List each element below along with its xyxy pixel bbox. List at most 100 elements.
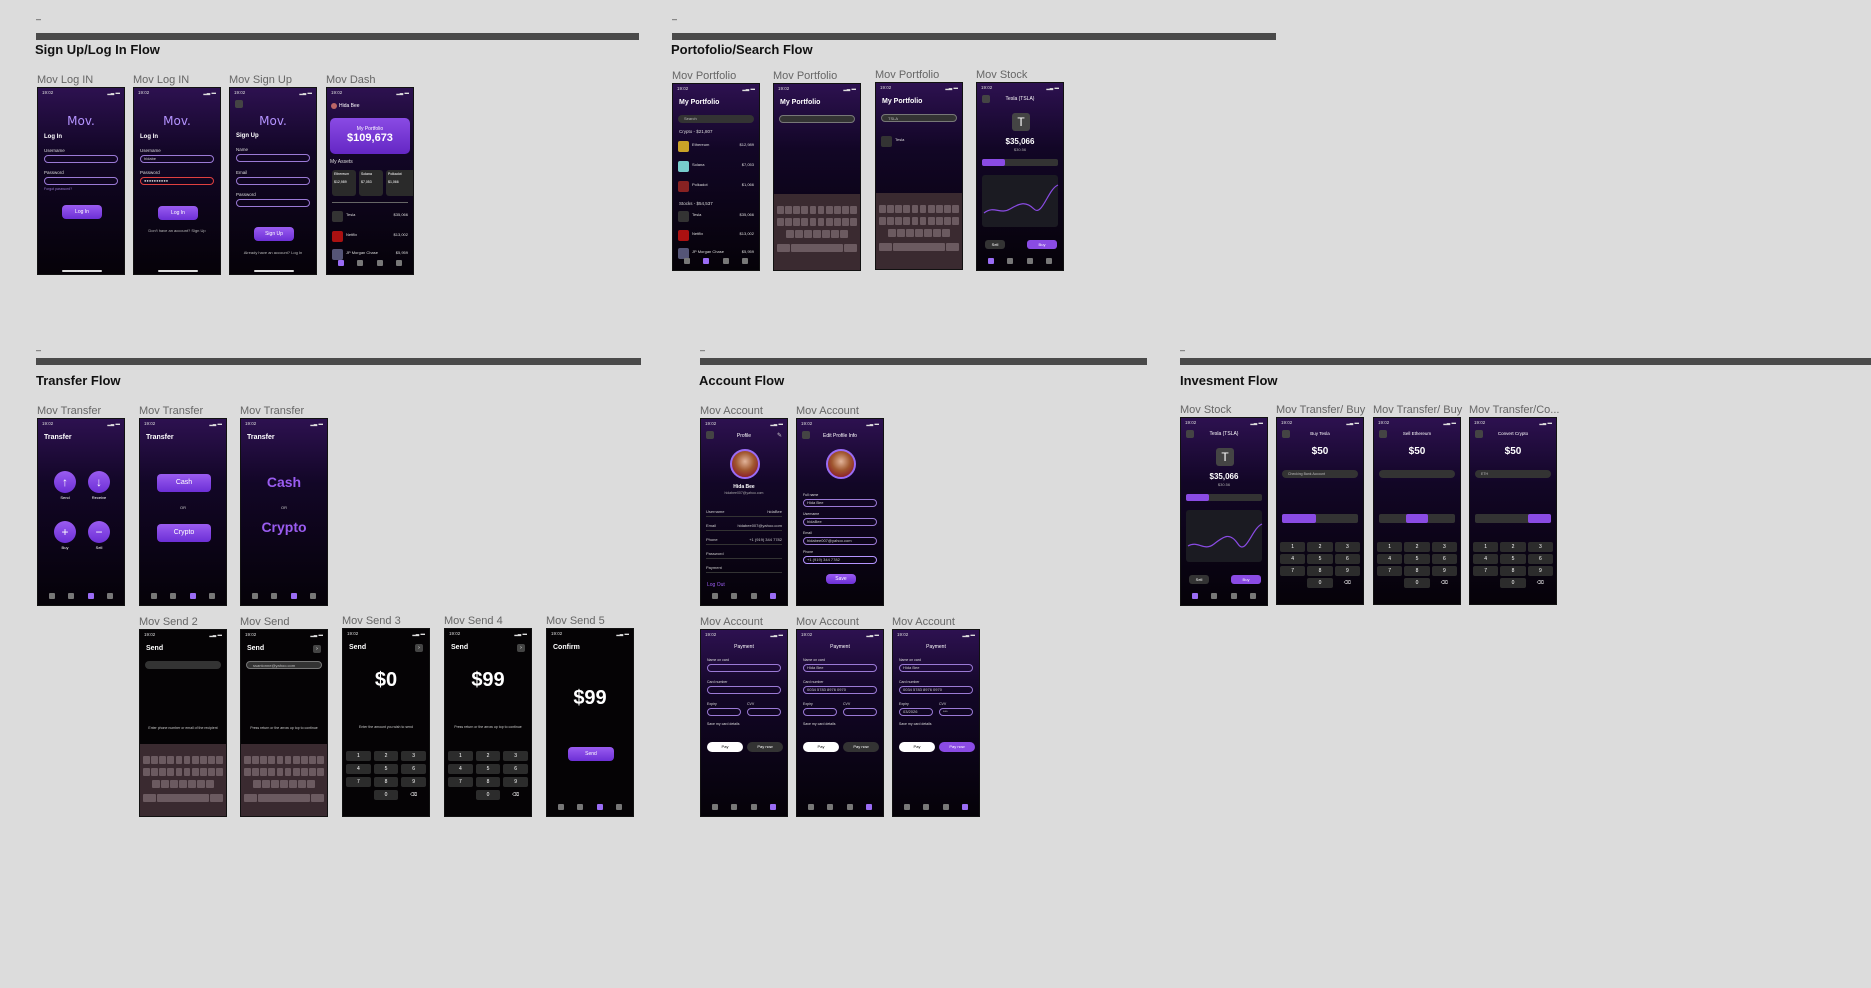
cash-button[interactable]: Cash [157, 474, 211, 492]
frame-label[interactable]: Mov Transfer/Co... [1469, 404, 1559, 416]
frame-label[interactable]: Mov Dash [326, 74, 376, 86]
asset-row[interactable]: Ethereum $12,989 [678, 140, 754, 154]
save-card-checkbox[interactable]: Save my card details [803, 722, 836, 726]
login-button[interactable]: Log In [62, 205, 102, 219]
range-segment[interactable] [1186, 494, 1262, 501]
expiry-field[interactable] [803, 708, 837, 716]
tab-bar[interactable] [801, 800, 879, 814]
asset-card[interactable]: Polkadot $1,066 [386, 170, 413, 196]
phone-account-edit[interactable]: 19:02 ▂▃ ▬ Edit Profile Info Full name Hi… [796, 418, 884, 606]
phone-transfer-1[interactable]: 19:02 ▂▃ ▬ Transfer ↑ ↓ Send Receive + − … [37, 418, 125, 606]
card-number-field[interactable]: 0034 5783 8976 0970 [899, 686, 973, 694]
frame-label[interactable]: Mov Account [796, 405, 859, 417]
action-segment[interactable] [1475, 514, 1551, 523]
keyboard[interactable] [774, 194, 860, 270]
tab-bar[interactable] [1185, 589, 1263, 603]
cvv-field[interactable]: *** [939, 708, 973, 716]
frame-label[interactable]: Mov Sign Up [229, 74, 292, 86]
frame-label[interactable]: Mov Log IN [133, 74, 189, 86]
account-select[interactable]: Checking Bank Account [1282, 470, 1358, 478]
receive-icon[interactable]: ↓ [88, 471, 110, 493]
tab-bar[interactable] [981, 254, 1059, 268]
frame-label[interactable]: Mov Stock [976, 69, 1027, 81]
pay-now-button[interactable]: Pay now [747, 742, 783, 752]
phone-payment-1[interactable]: 19:02 ▂▃ ▬ Payment Name on card Card numb… [700, 629, 788, 817]
phone-send-5[interactable]: 19:02 ▂▃ ▬ Confirm $99 Send [546, 628, 634, 817]
phone-stock[interactable]: 19:02 ▂▃ ▬ Tesla (TSLA) T $35,066 $30.56 … [976, 82, 1064, 271]
phone-portfolio-3[interactable]: 19:02 ▂▃ ▬ My Portfolio TSLA Tesla [875, 82, 963, 270]
portfolio-card[interactable]: My Portfolio $109,673 [330, 118, 410, 154]
name-on-card-field[interactable] [707, 664, 781, 672]
password-field[interactable] [44, 177, 118, 185]
phone-sell-eth[interactable]: 19:02 ▂▃ ▬ Sell Ethereum $50 123 456 789 … [1373, 417, 1461, 605]
apple-pay-button[interactable]: Pay [803, 742, 839, 752]
email-field[interactable] [236, 177, 310, 185]
tab-bar[interactable] [897, 800, 975, 814]
apple-pay-button[interactable]: Pay [899, 742, 935, 752]
asset-row[interactable]: Netflix $13,002 [678, 229, 754, 243]
back-icon[interactable] [235, 100, 243, 108]
buy-icon[interactable]: + [54, 521, 76, 543]
frame-label[interactable]: Mov Transfer/ Buy [1276, 404, 1365, 416]
tab-bar[interactable] [245, 589, 323, 603]
asset-row[interactable]: Polkadot $1,066 [678, 180, 754, 194]
phone-send-2[interactable]: 19:02 ▂▃ ▬ Send Enter phone number or ema… [139, 629, 227, 817]
frame-label[interactable]: Mov Log IN [37, 74, 93, 86]
sell-button[interactable]: Sell [1189, 575, 1209, 584]
email-field[interactable]: hidabee007@yahoo.com [803, 537, 877, 545]
apple-pay-button[interactable]: Pay [707, 742, 743, 752]
login-button[interactable]: Log In [158, 206, 198, 220]
search-input[interactable] [779, 115, 855, 123]
list-item[interactable]: Phone +1 (919) 344 7782 [706, 535, 782, 545]
asset-card[interactable]: Solana $7,053 [359, 170, 383, 196]
signup-prompt[interactable]: Don't have an account? Sign Up [134, 228, 220, 233]
cvv-field[interactable] [843, 708, 877, 716]
tab-bar[interactable] [551, 800, 629, 814]
phone-payment-2[interactable]: 19:02 ▂▃ ▬ Payment Name on card Hida Bee … [796, 629, 884, 817]
frame-label[interactable]: Mov Send 3 [342, 615, 401, 627]
search-result[interactable]: Tesla [881, 135, 957, 149]
tab-bar[interactable] [144, 589, 222, 603]
frame-label[interactable]: Mov Transfer [240, 405, 304, 417]
phone-send-4[interactable]: 19:02 ▂▃ ▬ Send › $99 Press return or the… [444, 628, 532, 817]
tab-bar[interactable] [705, 800, 783, 814]
recipient-input[interactable] [145, 661, 221, 669]
name-on-card-field[interactable]: Hida Bee [899, 664, 973, 672]
frame-label[interactable]: Mov Account [796, 616, 859, 628]
search-input[interactable]: Search [678, 115, 754, 123]
avatar[interactable] [331, 103, 337, 109]
frame-label[interactable]: Mov Account [700, 616, 763, 628]
frame-label[interactable]: Mov Account [892, 616, 955, 628]
frame-label[interactable]: Mov Send 4 [444, 615, 503, 627]
sell-icon[interactable]: − [88, 521, 110, 543]
edit-icon[interactable]: ✎ [777, 432, 782, 439]
username-field[interactable]: hidabe [140, 155, 214, 163]
frame-label[interactable]: Mov Portfolio [672, 70, 736, 82]
next-arrow-icon[interactable]: › [313, 645, 321, 653]
expiry-field[interactable] [707, 708, 741, 716]
asset-card[interactable]: Ethereum $12,989 [332, 170, 356, 196]
phone-login-1[interactable]: 19:02 ▂▃ ▬ Mov. Log In Username Password … [37, 87, 125, 275]
phone-payment-3[interactable]: 19:02 ▂▃ ▬ Payment Name on card Hida Bee … [892, 629, 980, 817]
crypto-button[interactable]: Crypto [157, 524, 211, 542]
buy-button[interactable]: Buy [1027, 240, 1057, 249]
list-item[interactable]: Email hidabee007@yahoo.com [706, 521, 782, 531]
password-field[interactable] [236, 199, 310, 207]
frame-label[interactable]: Mov Send 5 [546, 615, 605, 627]
numpad[interactable]: 123 456 789 0 ⌫ [346, 751, 426, 800]
list-item[interactable]: Payment [706, 563, 782, 573]
phone-inv-stock[interactable]: 19:02 ▂▃ ▬ Tesla (TSLA) T $35,066 $30.56 … [1180, 417, 1268, 606]
asset-row[interactable]: Tesla $35,066 [332, 210, 408, 224]
phone-portfolio-2[interactable]: 19:02 ▂▃ ▬ My Portfolio [773, 83, 861, 271]
phone-dashboard[interactable]: 19:02 ▂▃ ▬ Hida Bee My Portfolio $109,673… [326, 87, 414, 275]
keyboard[interactable] [140, 744, 226, 816]
name-on-card-field[interactable]: Hida Bee [803, 664, 877, 672]
numpad[interactable]: 123 456 789 0 ⌫ [1280, 542, 1360, 588]
frame-label[interactable]: Mov Send [240, 616, 290, 628]
signup-button[interactable]: Sign Up [254, 227, 294, 241]
phone-account-profile[interactable]: 19:02 ▂▃ ▬ Profile ✎ Hida Bee hidabee007@… [700, 418, 788, 606]
name-field[interactable] [236, 154, 310, 162]
tab-bar[interactable] [705, 589, 783, 603]
send-button[interactable]: Send [568, 747, 614, 761]
card-number-field[interactable]: 0034 5783 8976 0970 [803, 686, 877, 694]
